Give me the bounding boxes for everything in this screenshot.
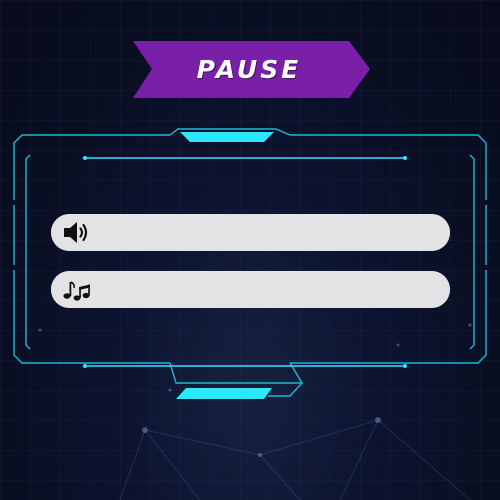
pause-title: PAUSE	[196, 55, 302, 84]
pause-title-banner: PAUSE	[128, 41, 370, 98]
speaker-volume-icon	[61, 219, 93, 246]
volume-slider[interactable]	[51, 214, 450, 251]
volume-slider-fill	[51, 214, 450, 251]
music-slider-fill	[51, 271, 450, 308]
music-notes-icon	[61, 276, 93, 303]
music-slider[interactable]	[51, 271, 450, 308]
pause-screen: PAUSE	[0, 0, 500, 500]
